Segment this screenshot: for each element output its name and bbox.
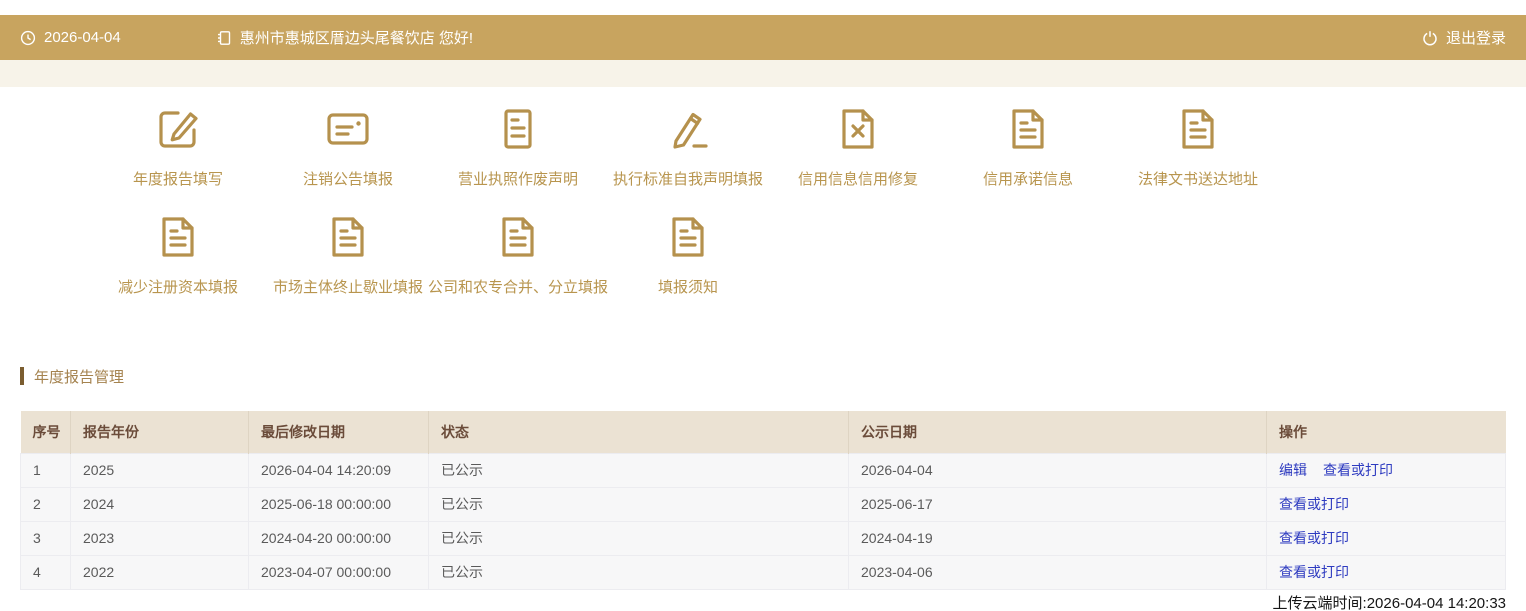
cell-status: 已公示 bbox=[429, 521, 849, 555]
cell-publish-date: 2024-04-19 bbox=[849, 521, 1267, 555]
logout-button[interactable]: 退出登录 bbox=[1422, 27, 1506, 48]
table-row: 220242025-06-18 00:00:00已公示2025-06-17 查看或… bbox=[21, 487, 1506, 521]
cell-modified: 2025-06-18 00:00:00 bbox=[249, 487, 429, 521]
company-greeting: 惠州市惠城区厝边头尾餐饮店 您好! bbox=[240, 27, 473, 48]
cell-publish-date: 2023-04-06 bbox=[849, 555, 1267, 589]
power-icon bbox=[1422, 30, 1438, 46]
table-row: 420222023-04-07 00:00:00已公示2023-04-06 查看或… bbox=[21, 555, 1506, 589]
header-year: 报告年份 bbox=[71, 411, 249, 453]
menu-item-label: 填报须知 bbox=[658, 279, 718, 297]
topbar: 2026-04-04 惠州市惠城区厝边头尾餐饮店 您好! 退出登录 bbox=[0, 15, 1526, 60]
annual-report-table-body: 120252026-04-04 14:20:09已公示2026-04-04编辑查… bbox=[21, 453, 1506, 589]
cell-index: 3 bbox=[21, 521, 71, 555]
header-status: 状态 bbox=[429, 411, 849, 453]
clock-icon bbox=[20, 30, 36, 46]
table-header-row: 序号 报告年份 最后修改日期 状态 公示日期 操作 bbox=[21, 411, 1506, 453]
header-actions: 操作 bbox=[1267, 411, 1506, 453]
view-print-link[interactable]: 查看或打印 bbox=[1279, 496, 1349, 512]
section-accent-bar bbox=[20, 367, 24, 385]
header-publish-date: 公示日期 bbox=[849, 411, 1267, 453]
upload-time-text: 上传云端时间:2026-04-04 14:20:33 bbox=[0, 592, 1506, 611]
menu-item-license-void-declare[interactable]: 营业执照作废声明 bbox=[433, 105, 603, 213]
cell-status: 已公示 bbox=[429, 555, 849, 589]
cell-publish-date: 2026-04-04 bbox=[849, 453, 1267, 487]
menu-item-filing-notice[interactable]: 填报须知 bbox=[603, 213, 773, 321]
cell-year: 2025 bbox=[71, 453, 249, 487]
cell-actions: 查看或打印 bbox=[1267, 487, 1506, 521]
document-fold-icon bbox=[1174, 105, 1222, 153]
menu-item-label: 法律文书送达地址 bbox=[1138, 171, 1258, 189]
cell-year: 2024 bbox=[71, 487, 249, 521]
menu-item-label: 年度报告填写 bbox=[133, 171, 223, 189]
cell-status: 已公示 bbox=[429, 453, 849, 487]
topbar-company-group: 惠州市惠城区厝边头尾餐饮店 您好! bbox=[216, 27, 473, 48]
document-fold-icon bbox=[494, 213, 542, 261]
function-menu: 年度报告填写 注销公告填报 营业执照作废声明 执行标准自我声明填报 信用信息信用修复 信用… bbox=[0, 87, 1526, 321]
cell-modified: 2024-04-20 00:00:00 bbox=[249, 521, 429, 555]
cell-status: 已公示 bbox=[429, 487, 849, 521]
menu-item-label: 注销公告填报 bbox=[303, 171, 393, 189]
cell-actions: 查看或打印 bbox=[1267, 555, 1506, 589]
document-lines-icon bbox=[494, 105, 542, 153]
view-print-link[interactable]: 查看或打印 bbox=[1323, 462, 1393, 478]
cell-index: 2 bbox=[21, 487, 71, 521]
annual-report-table-wrap: 序号 报告年份 最后修改日期 状态 公示日期 操作 120252026-04-0… bbox=[20, 411, 1506, 590]
menu-item-label: 信用信息信用修复 bbox=[798, 171, 918, 189]
header-modified: 最后修改日期 bbox=[249, 411, 429, 453]
menu-item-cancellation-notice[interactable]: 注销公告填报 bbox=[263, 105, 433, 213]
menu-item-legal-doc-address[interactable]: 法律文书送达地址 bbox=[1113, 105, 1283, 213]
section-header: 年度报告管理 bbox=[20, 367, 1526, 385]
cell-index: 4 bbox=[21, 555, 71, 589]
menu-item-merger-division[interactable]: 公司和农专合并、分立填报 bbox=[433, 213, 603, 321]
cell-year: 2022 bbox=[71, 555, 249, 589]
annual-report-table: 序号 报告年份 最后修改日期 状态 公示日期 操作 120252026-04-0… bbox=[20, 411, 1506, 590]
card-announcement-icon bbox=[324, 105, 372, 153]
cell-modified: 2023-04-07 00:00:00 bbox=[249, 555, 429, 589]
menu-row-1: 年度报告填写 注销公告填报 营业执照作废声明 执行标准自我声明填报 信用信息信用修复 信用… bbox=[93, 105, 1526, 213]
menu-item-standard-self-declare[interactable]: 执行标准自我声明填报 bbox=[603, 105, 773, 213]
menu-item-label: 减少注册资本填报 bbox=[118, 279, 238, 297]
cell-actions: 编辑查看或打印 bbox=[1267, 453, 1506, 487]
document-fold-icon bbox=[324, 213, 372, 261]
edit-square-icon bbox=[154, 105, 202, 153]
menu-item-label: 公司和农专合并、分立填报 bbox=[428, 279, 608, 297]
organization-icon bbox=[216, 30, 232, 46]
menu-item-label: 执行标准自我声明填报 bbox=[613, 171, 763, 189]
view-print-link[interactable]: 查看或打印 bbox=[1279, 530, 1349, 546]
menu-item-label: 营业执照作废声明 bbox=[458, 171, 578, 189]
menu-row-2: 减少注册资本填报市场主体终止歇业填报公司和农专合并、分立填报填报须知 bbox=[93, 213, 1526, 321]
topbar-date-group: 2026-04-04 bbox=[20, 29, 121, 46]
menu-item-annual-report-write[interactable]: 年度报告填写 bbox=[93, 105, 263, 213]
section-title: 年度报告管理 bbox=[34, 366, 124, 387]
cell-year: 2023 bbox=[71, 521, 249, 555]
document-fold-icon bbox=[154, 213, 202, 261]
document-x-icon bbox=[834, 105, 882, 153]
table-row: 120252026-04-04 14:20:09已公示2026-04-04编辑查… bbox=[21, 453, 1506, 487]
pencil-sign-icon bbox=[664, 105, 712, 153]
menu-item-label: 市场主体终止歇业填报 bbox=[273, 279, 423, 297]
logout-label: 退出登录 bbox=[1446, 27, 1506, 48]
menu-item-credit-commitment[interactable]: 信用承诺信息 bbox=[943, 105, 1113, 213]
topbar-substrip bbox=[0, 60, 1526, 87]
table-row: 320232024-04-20 00:00:00已公示2024-04-19 查看或… bbox=[21, 521, 1506, 555]
cell-publish-date: 2025-06-17 bbox=[849, 487, 1267, 521]
edit-link[interactable]: 编辑 bbox=[1279, 462, 1307, 478]
cell-actions: 查看或打印 bbox=[1267, 521, 1506, 555]
header-index: 序号 bbox=[21, 411, 71, 453]
menu-item-label: 信用承诺信息 bbox=[983, 171, 1073, 189]
view-print-link[interactable]: 查看或打印 bbox=[1279, 564, 1349, 580]
menu-item-reduce-capital[interactable]: 减少注册资本填报 bbox=[93, 213, 263, 321]
cell-modified: 2026-04-04 14:20:09 bbox=[249, 453, 429, 487]
cell-index: 1 bbox=[21, 453, 71, 487]
document-fold-icon bbox=[664, 213, 712, 261]
menu-item-business-closure[interactable]: 市场主体终止歇业填报 bbox=[263, 213, 433, 321]
document-fold-icon bbox=[1004, 105, 1052, 153]
topbar-date: 2026-04-04 bbox=[44, 29, 121, 46]
menu-item-credit-repair[interactable]: 信用信息信用修复 bbox=[773, 105, 943, 213]
